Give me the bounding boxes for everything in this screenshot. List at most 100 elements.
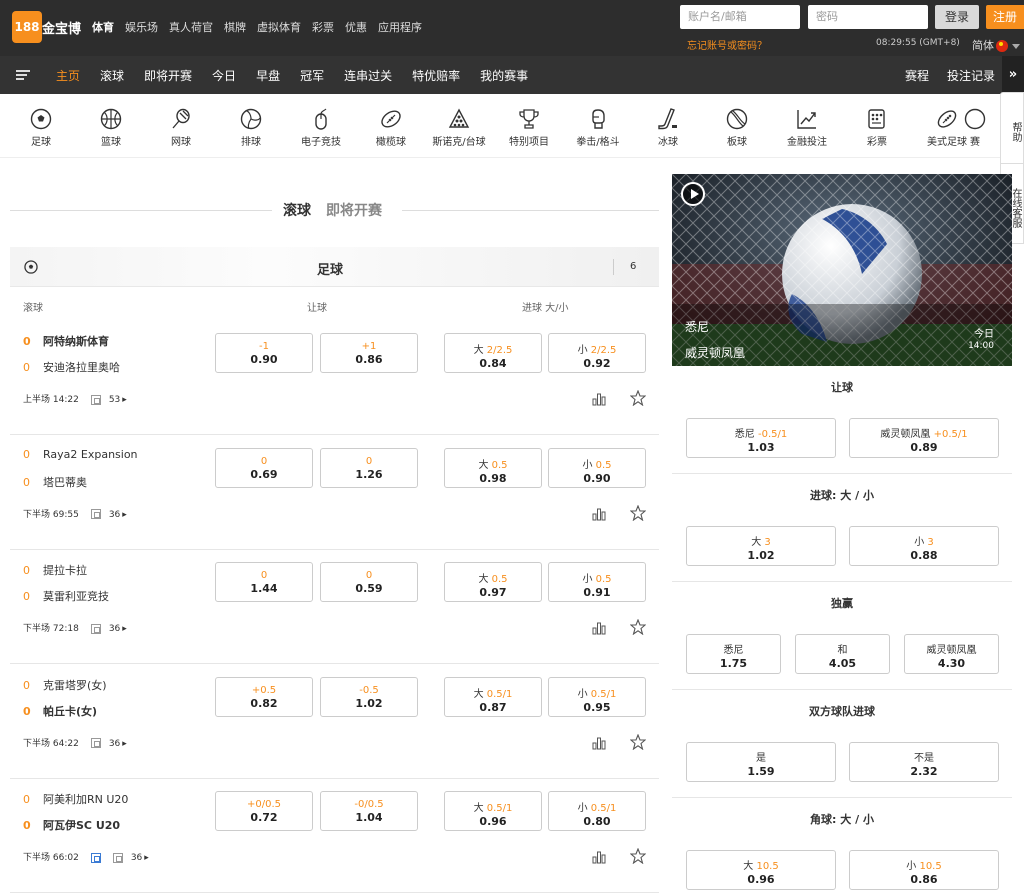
odds-button[interactable]: +1 0.86	[320, 333, 418, 373]
favorite-star-icon[interactable]	[630, 619, 646, 635]
odds-button[interactable]: 小 0.5/1 0.80	[548, 791, 646, 831]
odds-button[interactable]: 小 2/2.5 0.92	[548, 333, 646, 373]
stats-icon[interactable]	[592, 621, 606, 635]
odds-button[interactable]: -0.5 1.02	[320, 676, 418, 717]
away-team[interactable]: 0 帕丘卡(女)	[23, 703, 97, 719]
username-input[interactable]: 账户名/邮箱	[680, 5, 800, 29]
featured-odds-button[interactable]: 小 3 0.88	[849, 526, 999, 566]
language-selector[interactable]: 简体	[972, 37, 1020, 53]
odds-button[interactable]: 0 0.69	[215, 447, 313, 488]
home-team[interactable]: 0 阿特纳斯体育	[23, 333, 109, 349]
featured-video[interactable]: 悉尼 威灵顿凤凰 今日 14:00	[672, 174, 1012, 366]
odds-button[interactable]: 0 1.26	[320, 447, 418, 488]
odds-button[interactable]: 大 0.5 0.98	[444, 447, 542, 488]
odds-button[interactable]: 小 0.5 0.91	[548, 562, 646, 602]
featured-odds-button[interactable]: 和 4.05	[795, 634, 890, 674]
help-tab[interactable]: 帮助	[1001, 93, 1023, 163]
odds-button[interactable]: 小 0.5 0.90	[548, 447, 646, 488]
brand-logo[interactable]: 188 金宝博	[12, 11, 84, 43]
top-nav-sports[interactable]: 体育	[92, 19, 114, 35]
more-bets-link[interactable]: 36 ▸	[109, 739, 127, 749]
away-team[interactable]: 0 莫雷利亚竞技	[23, 588, 109, 604]
sub-nav-boosted[interactable]: 特优赔率	[412, 67, 460, 84]
tab-live[interactable]: 滚球	[283, 200, 311, 220]
register-button[interactable]: 注册	[986, 5, 1024, 29]
featured-odds-button[interactable]: 小 10.5 0.86	[849, 850, 999, 890]
odds-button[interactable]: 小 0.5/1 0.95	[548, 676, 646, 717]
favorite-star-icon[interactable]	[630, 733, 646, 750]
favorite-star-icon[interactable]	[630, 848, 646, 864]
odds-button[interactable]: 大 0.5/1 0.96	[444, 791, 542, 831]
odds-button[interactable]: 0 0.59	[320, 562, 418, 602]
odds-button[interactable]: -1 0.90	[215, 333, 313, 373]
sub-nav-today[interactable]: 今日	[212, 67, 236, 84]
sub-nav-home[interactable]: 主页	[56, 67, 80, 84]
odds-button[interactable]: +0.5 0.82	[215, 676, 313, 717]
sub-nav-parlay[interactable]: 连串过关	[344, 67, 392, 84]
sport-more[interactable]: 赛	[955, 108, 995, 148]
tab-upcoming[interactable]: 即将开赛	[326, 200, 382, 220]
results-link[interactable]: 赛程	[905, 67, 929, 84]
home-team[interactable]: 0 克雷塔罗(女)	[23, 677, 107, 693]
sub-nav-upcoming[interactable]: 即将开赛	[144, 67, 192, 84]
scoreboard-icon[interactable]	[112, 852, 123, 863]
password-input[interactable]: 密码	[808, 5, 928, 29]
odds-button[interactable]: 大 0.5 0.97	[444, 562, 542, 602]
away-team[interactable]: 0 安迪洛拉里奥哈	[23, 359, 120, 375]
odds-button[interactable]: 大 0.5/1 0.87	[444, 676, 542, 717]
featured-odds-button[interactable]: 悉尼 -0.5/1 1.03	[686, 418, 836, 458]
expand-arrow-icon[interactable]: »	[1002, 56, 1024, 94]
more-bets-link[interactable]: 36 ▸	[109, 510, 127, 520]
top-nav-casino[interactable]: 娱乐场	[125, 19, 158, 35]
odds-value: 1.44	[250, 582, 278, 595]
sub-nav-early[interactable]: 早盘	[256, 67, 280, 84]
sub-nav-live[interactable]: 滚球	[100, 67, 124, 84]
odds-button[interactable]: 0 1.44	[215, 562, 313, 602]
login-button[interactable]: 登录	[935, 5, 979, 29]
favorite-star-icon[interactable]	[630, 390, 646, 406]
featured-odds-button[interactable]: 大 3 1.02	[686, 526, 836, 566]
featured-odds-button[interactable]: 威灵顿凤凰 4.30	[904, 634, 999, 674]
featured-odds-button[interactable]: 威灵顿凤凰 +0.5/1 0.89	[849, 418, 999, 458]
more-bets-link[interactable]: 36 ▸	[131, 853, 149, 863]
featured-odds-button[interactable]: 悉尼 1.75	[686, 634, 781, 674]
featured-odds-button[interactable]: 大 10.5 0.96	[686, 850, 836, 890]
odds-button[interactable]: 大 2/2.5 0.84	[444, 333, 542, 373]
top-nav-virtual[interactable]: 虚拟体育	[257, 19, 301, 35]
play-video-icon[interactable]	[681, 182, 705, 206]
stats-icon[interactable]	[592, 392, 606, 406]
favorite-star-icon[interactable]	[630, 504, 646, 521]
more-bets-link[interactable]: 36 ▸	[109, 624, 127, 634]
home-team[interactable]: 0 提拉卡拉	[23, 562, 87, 578]
live-tv-icon[interactable]	[90, 852, 101, 863]
bet-history-link[interactable]: 投注记录	[947, 67, 995, 84]
odds-button[interactable]: +0/0.5 0.72	[215, 791, 313, 831]
featured-odds-button[interactable]: 是 1.59	[686, 742, 836, 782]
top-nav-chess[interactable]: 棋牌	[224, 19, 246, 35]
stats-icon[interactable]	[592, 736, 606, 750]
forgot-password-link[interactable]: 忘记账号或密码？	[687, 37, 767, 52]
sport-header[interactable]: 足球 6	[10, 247, 659, 287]
odds-button[interactable]: -0/0.5 1.04	[320, 791, 418, 831]
top-nav-live-dealer[interactable]: 真人荷官	[169, 19, 213, 35]
stats-icon[interactable]	[592, 850, 606, 864]
stats-icon[interactable]	[592, 507, 606, 521]
sub-nav-my-events[interactable]: 我的赛事	[480, 67, 528, 84]
home-team[interactable]: 0 阿美利加RN U20	[23, 791, 128, 807]
odds-line: -0/0.5	[354, 799, 384, 810]
top-nav-lottery[interactable]: 彩票	[312, 19, 334, 35]
match-row: 0 提拉卡拉 0 莫雷利亚竞技 0 1.44 0 0.59 大 0.5 0.97 小 0.5 0.91…	[10, 549, 659, 664]
home-team[interactable]: 0 Raya2 Expansion	[23, 448, 138, 461]
top-nav-apps[interactable]: 应用程序	[378, 19, 422, 35]
away-team[interactable]: 0 阿瓦伊SC U20	[23, 817, 120, 833]
scoreboard-icon[interactable]	[90, 623, 101, 634]
sub-nav-outright[interactable]: 冠军	[300, 67, 324, 84]
top-nav-promotions[interactable]: 优惠	[345, 19, 367, 35]
scoreboard-icon[interactable]	[90, 738, 101, 748]
scoreboard-icon[interactable]	[90, 394, 101, 405]
away-team[interactable]: 0 塔巴蒂奥	[23, 474, 87, 490]
scoreboard-icon[interactable]	[90, 509, 101, 519]
featured-odds-button[interactable]: 不是 2.32	[849, 742, 999, 782]
more-bets-link[interactable]: 53 ▸	[109, 395, 127, 405]
menu-icon[interactable]	[16, 70, 30, 80]
